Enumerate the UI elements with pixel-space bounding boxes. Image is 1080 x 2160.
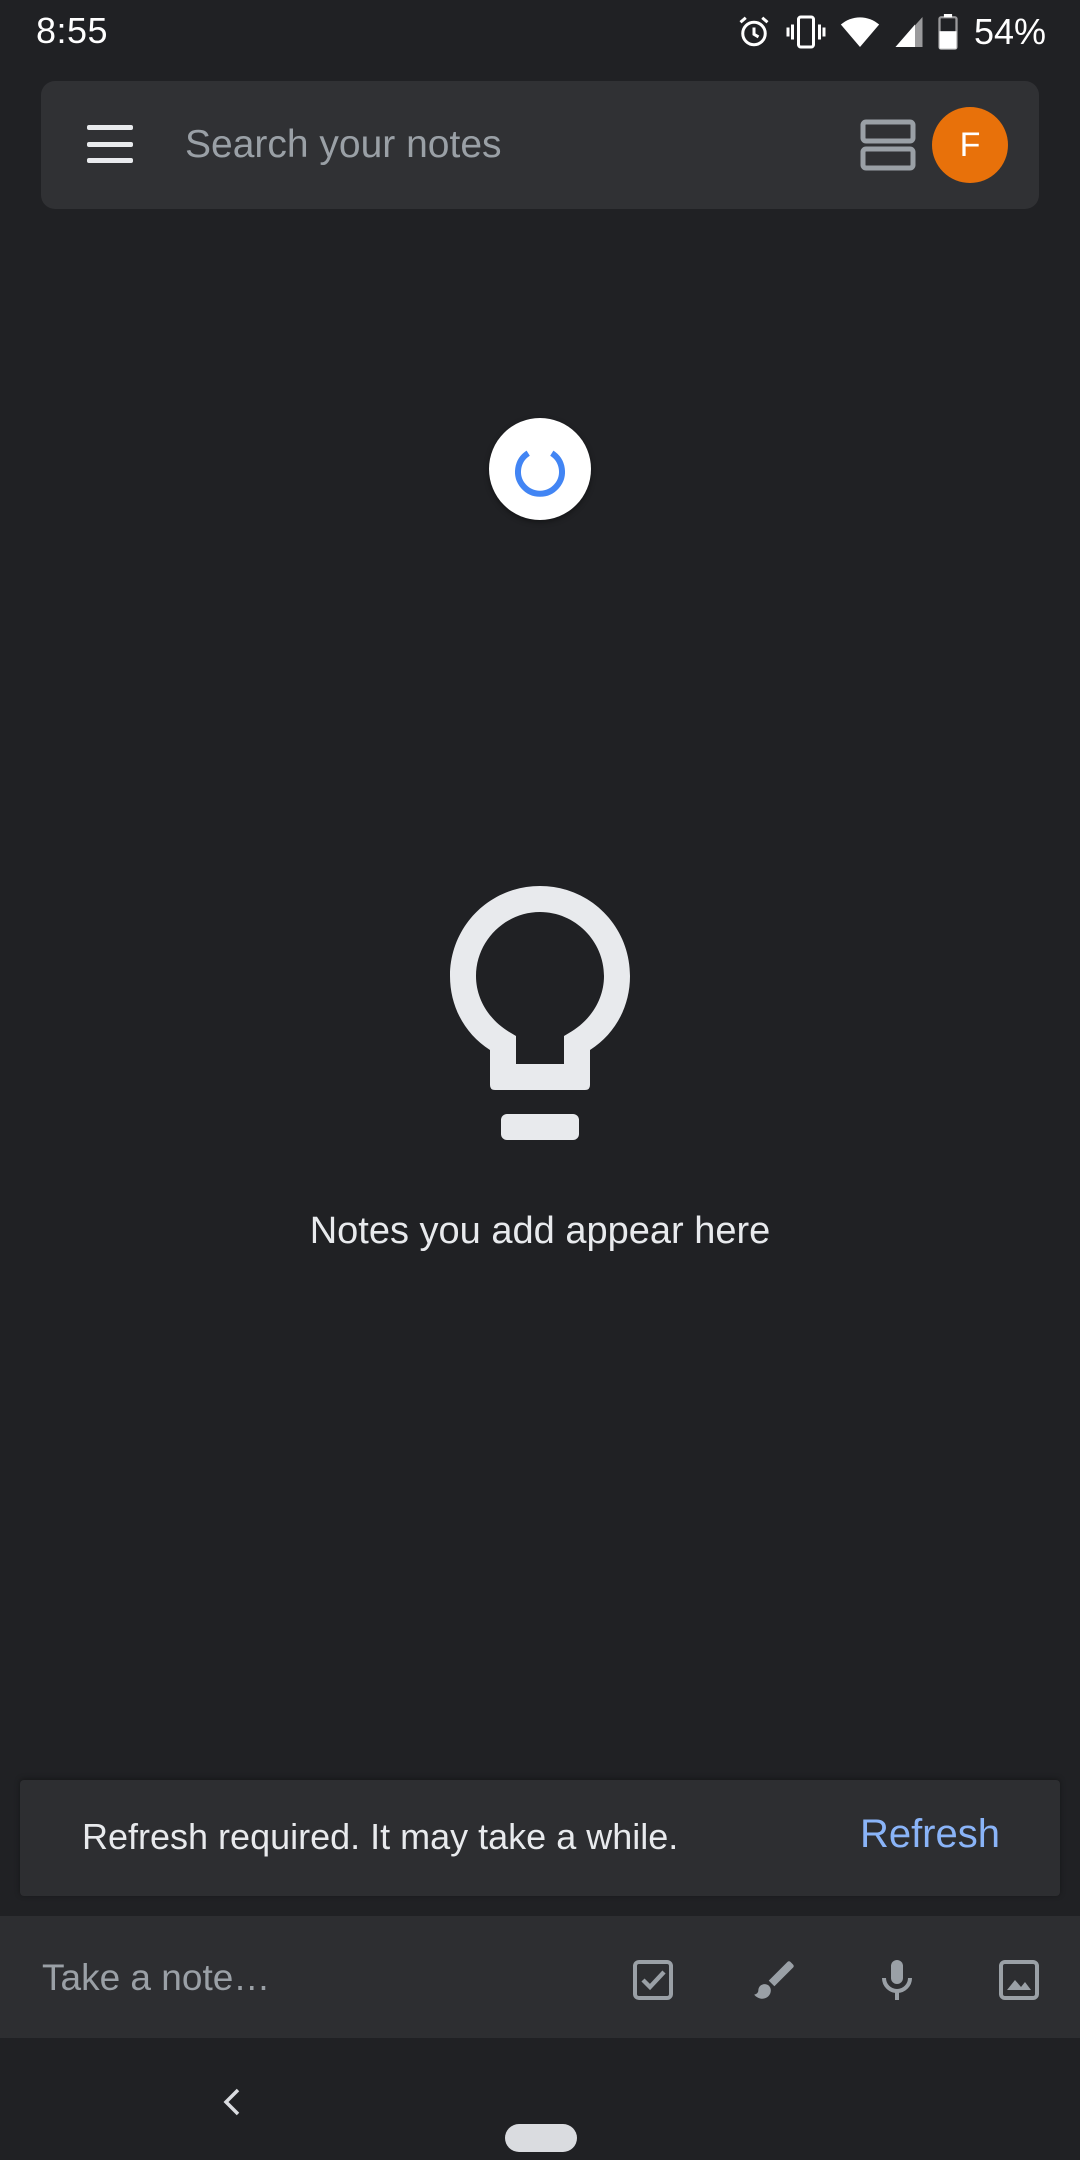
empty-state-message: Notes you add appear here	[309, 1210, 771, 1252]
cell-signal-icon	[894, 15, 924, 49]
spinner-icon	[515, 450, 565, 497]
account-avatar[interactable]: F	[932, 107, 1008, 183]
snackbar-message: Refresh required. It may take a while.	[82, 1816, 679, 1857]
image-icon[interactable]	[992, 1953, 1046, 2007]
snackbar: Refresh required. It may take a while. R…	[20, 1780, 1060, 1896]
battery-icon	[938, 14, 958, 50]
status-time: 8:55	[36, 10, 109, 51]
battery-percent: 54%	[973, 11, 1046, 52]
vibrate-icon	[786, 14, 826, 50]
brush-icon[interactable]	[748, 1953, 802, 2007]
lightbulb-icon	[450, 886, 630, 1142]
wifi-icon	[840, 15, 880, 49]
take-note-bar[interactable]	[0, 1916, 1080, 2038]
menu-icon[interactable]	[85, 119, 135, 169]
checkbox-icon[interactable]	[626, 1953, 680, 2007]
refresh-button[interactable]: Refresh	[860, 1812, 1000, 1857]
search-input[interactable]	[183, 117, 803, 173]
loading-spinner	[489, 418, 591, 520]
search-bar[interactable]: F	[41, 81, 1039, 209]
take-note-input[interactable]	[40, 1950, 560, 2006]
status-bar: 8:55 54%	[0, 0, 1080, 64]
alarm-icon	[736, 14, 772, 50]
mic-icon[interactable]	[870, 1953, 924, 2007]
home-pill[interactable]	[505, 2124, 577, 2152]
status-icons: 54%	[736, 10, 1046, 54]
system-nav-bar	[0, 2038, 1080, 2160]
list-view-toggle-icon[interactable]	[859, 118, 919, 174]
back-icon[interactable]	[212, 2082, 252, 2122]
